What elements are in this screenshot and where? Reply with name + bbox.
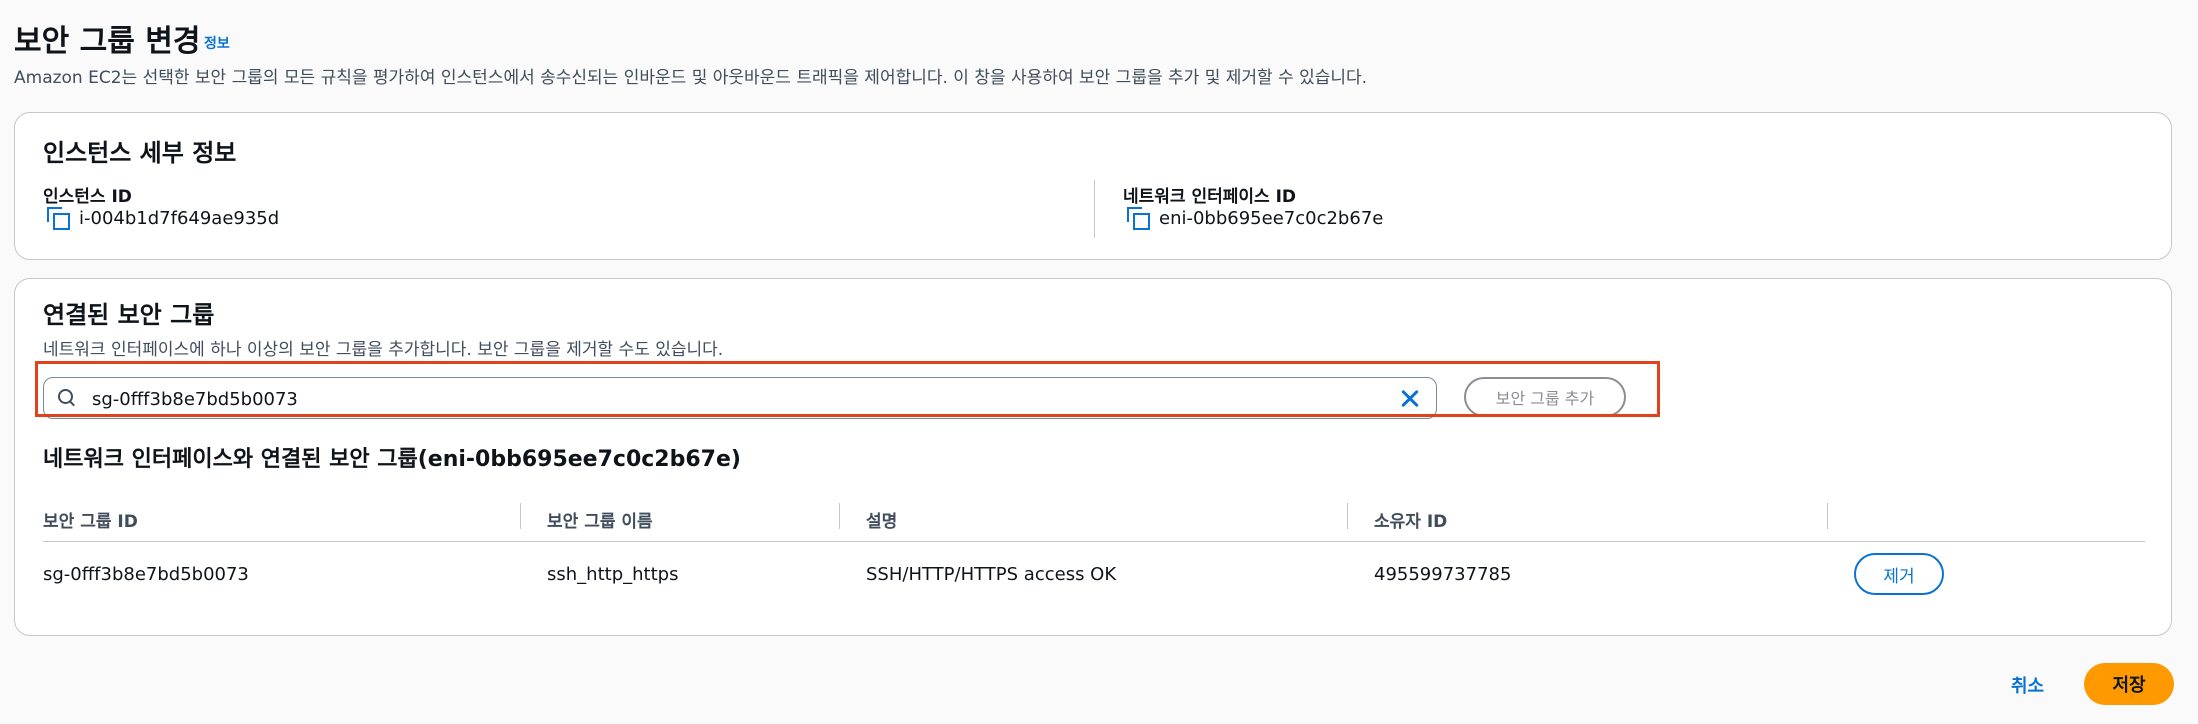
instance-details-panel: 인스턴스 세부 정보 인스턴스 ID i-004b1d7f649ae935d 네…	[14, 112, 2172, 260]
column-header-sg-name: 보안 그룹 이름	[547, 512, 653, 532]
eni-id-value: eni-0bb695ee7c0c2b67e	[1127, 207, 1384, 230]
eni-id-label: 네트워크 인터페이스 ID	[1123, 187, 1297, 207]
row-description: SSH/HTTP/HTTPS access OK	[866, 564, 1117, 585]
instance-id-value: i-004b1d7f649ae935d	[47, 207, 280, 230]
column-resizer[interactable]	[520, 503, 521, 529]
copy-icon[interactable]	[1127, 207, 1150, 230]
instance-id-text: i-004b1d7f649ae935d	[79, 207, 280, 229]
add-security-group-button[interactable]: 보안 그룹 추가	[1464, 377, 1626, 417]
security-groups-panel: 연결된 보안 그룹 네트워크 인터페이스에 하나 이상의 보안 그룹을 추가합니…	[14, 278, 2172, 636]
page-title: 보안 그룹 변경	[14, 24, 201, 59]
column-resizer[interactable]	[1347, 503, 1348, 529]
column-header-owner-id: 소유자 ID	[1374, 512, 1448, 532]
column-resizer[interactable]	[839, 503, 840, 529]
info-link[interactable]: 정보	[204, 33, 230, 53]
security-groups-description: 네트워크 인터페이스에 하나 이상의 보안 그룹을 추가합니다. 보안 그룹을 …	[43, 340, 724, 360]
column-resizer[interactable]	[1827, 503, 1828, 529]
column-divider	[1094, 180, 1095, 238]
clear-icon[interactable]	[1398, 386, 1422, 410]
table-divider	[43, 541, 2145, 542]
copy-icon[interactable]	[47, 207, 70, 230]
save-button[interactable]: 저장	[2084, 663, 2174, 705]
cancel-button[interactable]: 취소	[2011, 672, 2044, 698]
eni-id-text: eni-0bb695ee7c0c2b67e	[1159, 207, 1384, 229]
instance-id-label: 인스턴스 ID	[43, 187, 132, 207]
row-sg-name: ssh_http_https	[547, 564, 679, 585]
row-owner-id: 495599737785	[1374, 564, 1512, 585]
security-groups-heading: 연결된 보안 그룹	[43, 301, 215, 329]
instance-details-heading: 인스턴스 세부 정보	[43, 139, 237, 167]
row-sg-id: sg-0fff3b8e7bd5b0073	[43, 564, 249, 585]
remove-button[interactable]: 제거	[1854, 553, 1944, 595]
column-header-description: 설명	[866, 512, 898, 532]
search-icon	[58, 389, 74, 405]
table-heading: 네트워크 인터페이스와 연결된 보안 그룹(eni-0bb695ee7c0c2b…	[43, 447, 741, 472]
column-header-sg-id: 보안 그룹 ID	[43, 512, 138, 532]
page-description: Amazon EC2는 선택한 보안 그룹의 모든 규칙을 평가하여 인스턴스에…	[14, 68, 1368, 88]
search-input[interactable]	[90, 384, 1374, 414]
security-group-search	[43, 377, 1437, 419]
